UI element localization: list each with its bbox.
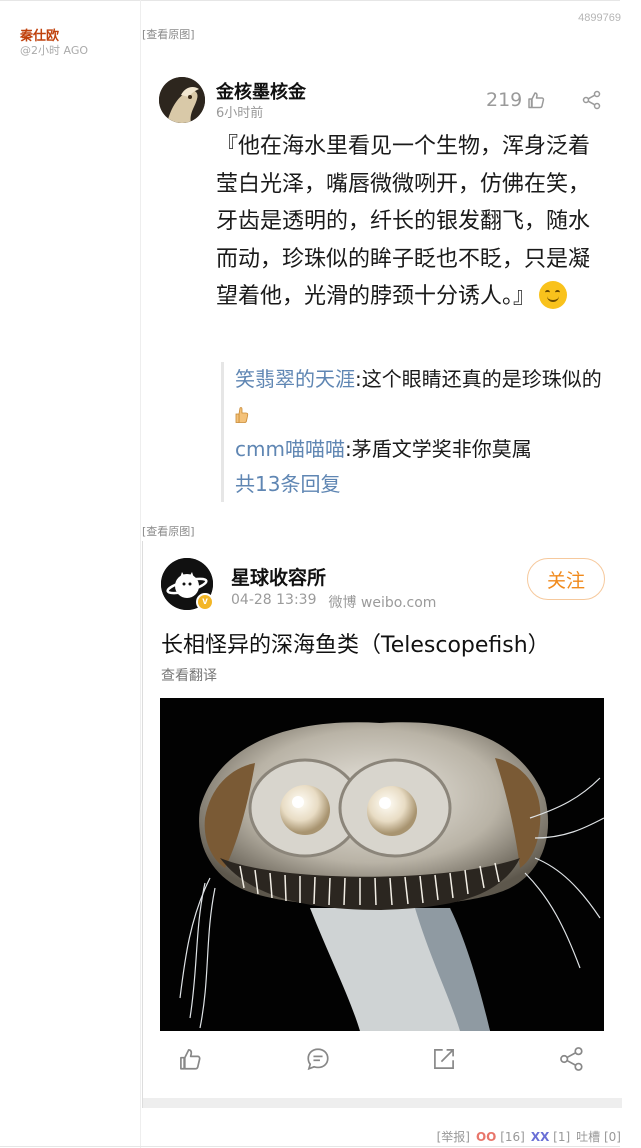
like-count: 219: [486, 89, 523, 111]
bottom-divider: [0, 1146, 620, 1147]
reply-list: 笑翡翠的天涯:这个眼睛还真的是珍珠似的 cmm喵喵喵:茅盾文学奖非你莫属 共13…: [221, 362, 611, 502]
weibo-date: 04-28 13:39: [231, 592, 317, 608]
comment-text: 『他在海水里看见一个生物，浑身泛着莹白光泽，嘴唇微微咧开，仿佛在笑，牙齿是透明的…: [216, 134, 591, 309]
share-button[interactable]: [559, 1046, 589, 1076]
share-icon: [582, 90, 601, 110]
post-time: @2小时 AGO: [20, 44, 89, 57]
report-link[interactable]: [举报]: [437, 1128, 470, 1145]
like-icon: [180, 1049, 201, 1070]
view-original-link-1[interactable]: [查看原图]: [142, 26, 195, 42]
like-button[interactable]: [177, 1046, 207, 1076]
comment-icon: [307, 1048, 329, 1071]
more-replies-link[interactable]: 共13条回复: [235, 467, 611, 502]
weibo-source: 微博 weibo.com: [328, 595, 437, 611]
like-button[interactable]: 219: [486, 89, 546, 111]
reply-user[interactable]: cmm喵喵喵: [235, 437, 345, 461]
xx-vote-button[interactable]: XX: [531, 1130, 550, 1144]
like-icon: [528, 92, 545, 109]
view-original-link-2[interactable]: [查看原图]: [142, 523, 195, 539]
post-id: 4899769: [578, 12, 621, 24]
author-column: 秦仕欧 @2小时 AGO: [0, 0, 141, 1148]
oo-count: [16]: [500, 1129, 525, 1144]
tucao-link[interactable]: 吐槽 [0]: [576, 1128, 621, 1145]
reply-text: :茅盾文学奖非你莫属: [344, 437, 532, 461]
xx-count: [1]: [553, 1129, 571, 1144]
translate-link[interactable]: 查看翻译: [161, 665, 217, 685]
weibo-user-name[interactable]: 星球收容所: [231, 563, 326, 590]
oo-vote-button[interactable]: OO: [476, 1130, 496, 1144]
weibo-post-text: 长相怪异的深海鱼类（Telescopefish）: [161, 633, 550, 658]
thumbs-up-icon: [235, 407, 249, 423]
reply-item[interactable]: 笑翡翠的天涯:这个眼睛还真的是珍珠似的: [235, 362, 611, 432]
screenshot-bottom-bar: [143, 1098, 622, 1108]
reply-item[interactable]: cmm喵喵喵:茅盾文学奖非你莫属: [235, 432, 611, 467]
weibo-meta: 04-28 13:39 微博 weibo.com: [231, 592, 436, 612]
post-footer: [举报] OO [16] XX [1] 吐槽 [0]: [437, 1128, 621, 1145]
follow-button[interactable]: 关注: [527, 558, 605, 600]
avatar: [159, 77, 205, 123]
comment-button[interactable]: [305, 1046, 335, 1076]
reply-user[interactable]: 笑翡翠的天涯: [235, 367, 355, 391]
verified-badge: v: [196, 593, 214, 611]
repost-button[interactable]: [431, 1046, 461, 1076]
commenter-name[interactable]: 金核墨核金: [216, 78, 306, 104]
smile-emoji-icon: [539, 281, 568, 309]
comment-time: 6小时前: [216, 106, 264, 121]
reply-text: :这个眼睛还真的是珍珠似的: [355, 367, 602, 391]
share-icon: [560, 1047, 583, 1071]
weibo-screenshot: v 星球收容所 04-28 13:39 微博 weibo.com 关注 长相怪异…: [142, 541, 622, 1108]
fish-photo[interactable]: [160, 698, 604, 1031]
share-button[interactable]: [582, 90, 602, 114]
action-bar: [143, 1046, 622, 1086]
repost-icon: [434, 1049, 454, 1069]
comment-screenshot: 金核墨核金 6小时前 219 『他在海水里看见一个生物，浑身泛着莹白光泽，嘴唇微…: [142, 44, 621, 516]
